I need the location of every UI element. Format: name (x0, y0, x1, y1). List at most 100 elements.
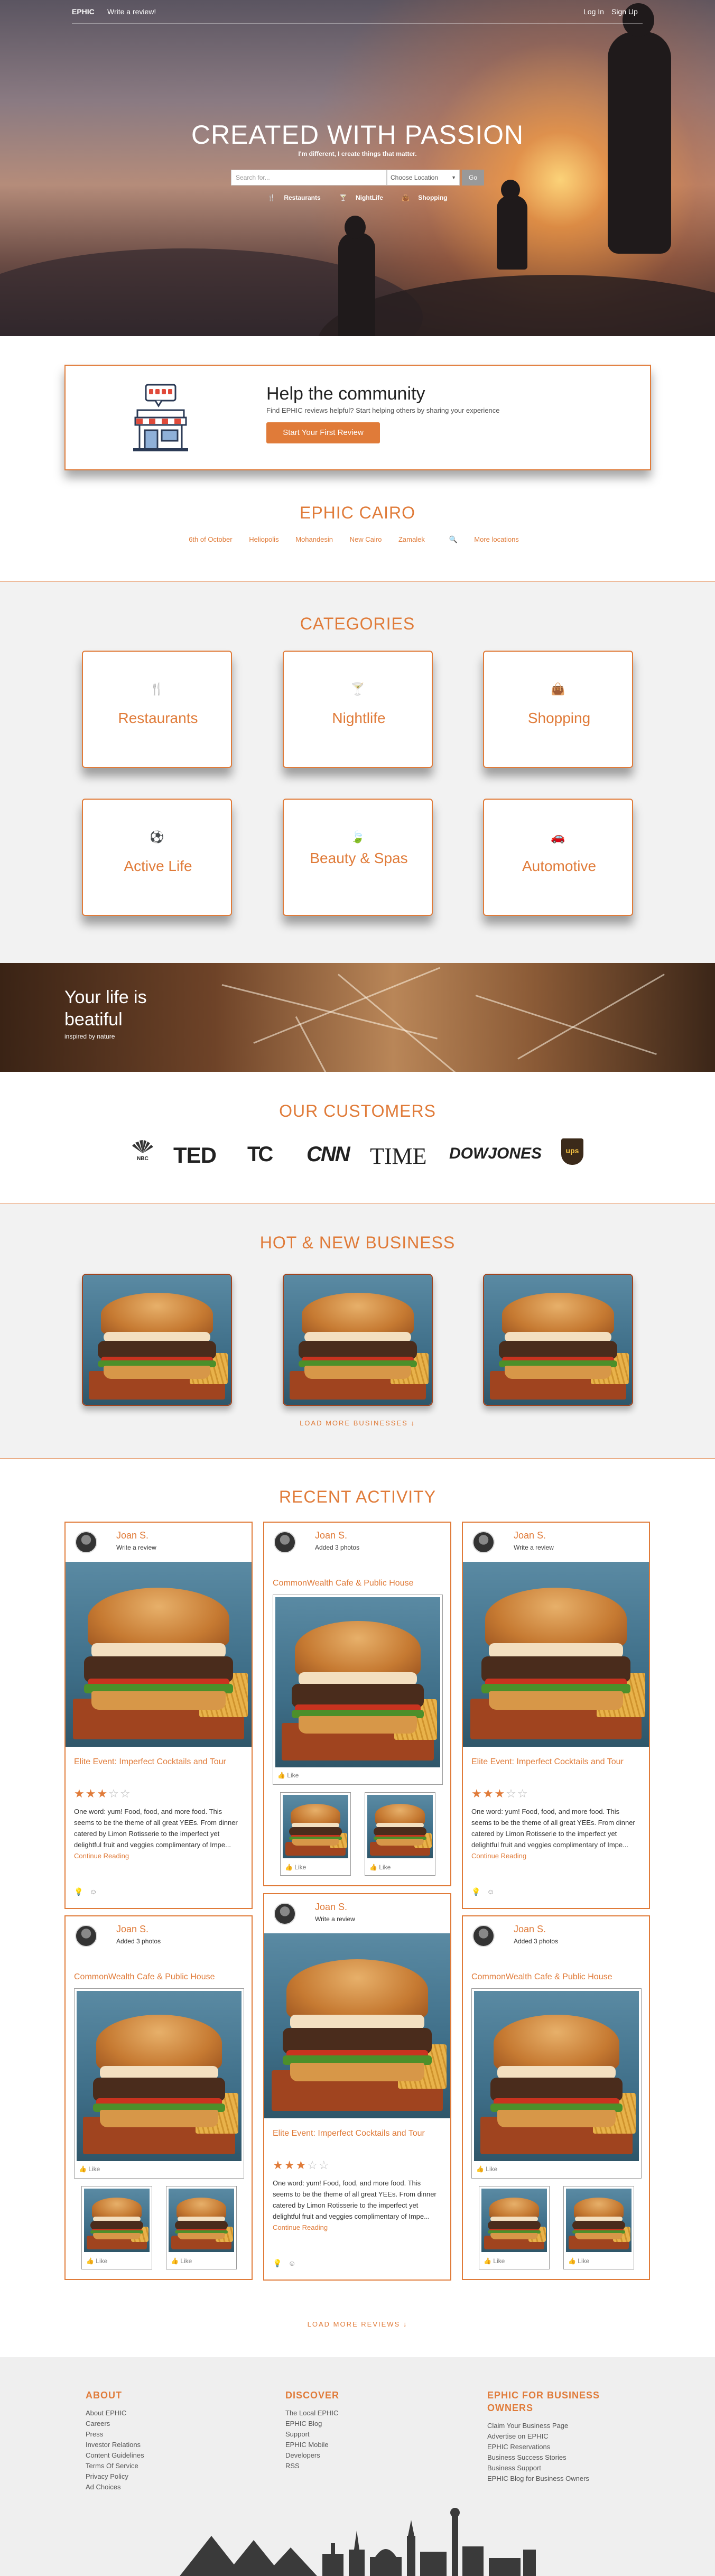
photo-card[interactable]: 👍 Like (471, 1988, 642, 2179)
avatar[interactable] (274, 1531, 296, 1553)
category-shopping[interactable]: 👜 Shopping (483, 651, 633, 768)
review-photo[interactable] (264, 1933, 450, 2118)
smile-icon[interactable]: ☺ (89, 1887, 97, 1896)
footer-link[interactable]: Business Success Stories (487, 2452, 625, 2463)
lightbulb-icon[interactable]: 💡 (74, 1887, 83, 1896)
footer-link[interactable]: About EPHIC (86, 2408, 144, 2419)
footer-link[interactable]: Advertise on EPHIC (487, 2431, 625, 2442)
footer-link[interactable]: EPHIC Mobile (285, 2440, 339, 2450)
quick-link-nightlife[interactable]: 🍸 NightLife (335, 194, 387, 201)
footer-link[interactable]: Careers (86, 2419, 144, 2429)
footer-business: EPHIC FOR BUSINESS OWNERS Claim Your Bus… (487, 2389, 625, 2484)
business-name[interactable]: CommonWealth Cafe & Public House (273, 1578, 414, 1589)
business-name[interactable]: CommonWealth Cafe & Public House (471, 1971, 612, 1982)
footer-link[interactable]: RSS (285, 2461, 339, 2471)
footer-link[interactable]: Developers (285, 2450, 339, 2461)
category-automotive[interactable]: 🚗 Automotive (483, 799, 633, 916)
category-beauty-spas[interactable]: 🍃 Beauty & Spas (283, 799, 433, 916)
like-button[interactable]: 👍 Like (86, 2257, 107, 2265)
search-input[interactable]: Search for... (231, 170, 387, 186)
avatar[interactable] (274, 1903, 296, 1925)
category-active-life[interactable]: ⚽ Active Life (82, 799, 232, 916)
business-name[interactable]: CommonWealth Cafe & Public House (74, 1971, 215, 1982)
business-card[interactable] (82, 1274, 232, 1406)
photo-card[interactable]: 👍 Like (280, 1792, 351, 1876)
review-photo[interactable] (463, 1562, 649, 1747)
lightbulb-icon[interactable]: 💡 (471, 1887, 480, 1896)
category-restaurants[interactable]: 🍴 Restaurants (82, 651, 232, 768)
star-empty-icon: ☆☆ (506, 1787, 529, 1800)
write-review-link[interactable]: Write a review! (107, 7, 156, 16)
user-name[interactable]: Joan S. (315, 1902, 347, 1913)
review-title[interactable]: Elite Event: Imperfect Cocktails and Tou… (74, 1756, 243, 1767)
area-link[interactable]: New Cairo (350, 535, 382, 543)
lightbulb-icon[interactable]: 💡 (273, 2259, 282, 2267)
footer-link[interactable]: EPHIC Blog for Business Owners (487, 2473, 625, 2484)
footer-link[interactable]: Claim Your Business Page (487, 2421, 625, 2431)
business-card[interactable] (283, 1274, 433, 1406)
photo-card[interactable]: 👍 Like (365, 1792, 435, 1876)
review-title[interactable]: Elite Event: Imperfect Cocktails and Tou… (273, 2128, 442, 2139)
footer-link[interactable]: The Local EPHIC (285, 2408, 339, 2419)
photo-card[interactable]: 👍 Like (81, 2186, 152, 2269)
like-button[interactable]: 👍 Like (285, 1864, 306, 1871)
area-link[interactable]: Heliopolis (249, 535, 278, 543)
category-label: Restaurants (118, 710, 198, 726)
start-first-review-button[interactable]: Start Your First Review (266, 422, 380, 443)
area-link[interactable]: Zamalek (398, 535, 425, 543)
footer-link[interactable]: Privacy Policy (86, 2471, 144, 2482)
user-name[interactable]: Joan S. (315, 1530, 347, 1541)
photo-card[interactable]: 👍 Like (563, 2186, 634, 2269)
user-name[interactable]: Joan S. (116, 1924, 148, 1935)
search-go-button[interactable]: Go (462, 170, 484, 186)
load-more-businesses-link[interactable]: LOAD MORE BUSINESSES ↓ (0, 1419, 715, 1427)
quick-link-shopping[interactable]: 👜 Shopping (397, 194, 451, 201)
footer-link[interactable]: EPHIC Blog (285, 2419, 339, 2429)
like-button[interactable]: 👍 Like (484, 2257, 505, 2265)
more-locations-link[interactable]: 🔍 More locations (441, 535, 526, 543)
area-link[interactable]: 6th of October (189, 535, 232, 543)
footer-link[interactable]: Ad Choices (86, 2482, 144, 2492)
footer-link[interactable]: Press (86, 2429, 144, 2440)
category-nightlife[interactable]: 🍸 Nightlife (283, 651, 433, 768)
review-title[interactable]: Elite Event: Imperfect Cocktails and Tou… (471, 1756, 640, 1767)
footer-link[interactable]: Business Support (487, 2463, 625, 2473)
footer-link[interactable]: EPHIC Reservations (487, 2442, 625, 2452)
user-name[interactable]: Joan S. (514, 1530, 546, 1541)
avatar[interactable] (75, 1925, 97, 1947)
continue-reading-link[interactable]: Continue Reading (273, 2223, 328, 2231)
photo-card[interactable]: 👍 Like (74, 1988, 244, 2179)
location-select[interactable]: Choose Location ▼ (387, 170, 460, 186)
continue-reading-link[interactable]: Continue Reading (471, 1852, 526, 1860)
review-photo[interactable] (66, 1562, 252, 1747)
user-name[interactable]: Joan S. (514, 1924, 546, 1935)
login-link[interactable]: Log In (583, 7, 604, 16)
continue-reading-link[interactable]: Continue Reading (74, 1852, 129, 1860)
footer-link[interactable]: Support (285, 2429, 339, 2440)
area-link[interactable]: Mohandesin (295, 535, 333, 543)
load-more-reviews-link[interactable]: LOAD MORE REVIEWS ↓ (0, 2320, 715, 2328)
like-button[interactable]: 👍 Like (79, 2165, 100, 2173)
like-button[interactable]: 👍 Like (171, 2257, 192, 2265)
like-button[interactable]: 👍 Like (568, 2257, 589, 2265)
avatar[interactable] (472, 1925, 495, 1947)
category-label: Active Life (124, 858, 192, 874)
business-card[interactable] (483, 1274, 633, 1406)
photo-card[interactable]: 👍 Like (273, 1595, 443, 1785)
user-name[interactable]: Joan S. (116, 1530, 148, 1541)
avatar[interactable] (472, 1531, 495, 1553)
footer-link[interactable]: Investor Relations (86, 2440, 144, 2450)
photo-card[interactable]: 👍 Like (166, 2186, 237, 2269)
photo-card[interactable]: 👍 Like (479, 2186, 550, 2269)
quick-link-restaurants[interactable]: 🍴 Restaurants (263, 194, 324, 201)
like-button[interactable]: 👍 Like (476, 2165, 497, 2173)
like-button[interactable]: 👍 Like (369, 1864, 391, 1871)
smile-icon[interactable]: ☺ (288, 2259, 295, 2267)
footer-link[interactable]: Content Guidelines (86, 2450, 144, 2461)
footer-link[interactable]: Terms Of Service (86, 2461, 144, 2471)
smile-icon[interactable]: ☺ (487, 1887, 494, 1896)
site-logo[interactable]: EPHIC (72, 7, 95, 16)
like-button[interactable]: 👍 Like (277, 1772, 299, 1779)
signup-link[interactable]: Sign Up (611, 7, 638, 16)
avatar[interactable] (75, 1531, 97, 1553)
